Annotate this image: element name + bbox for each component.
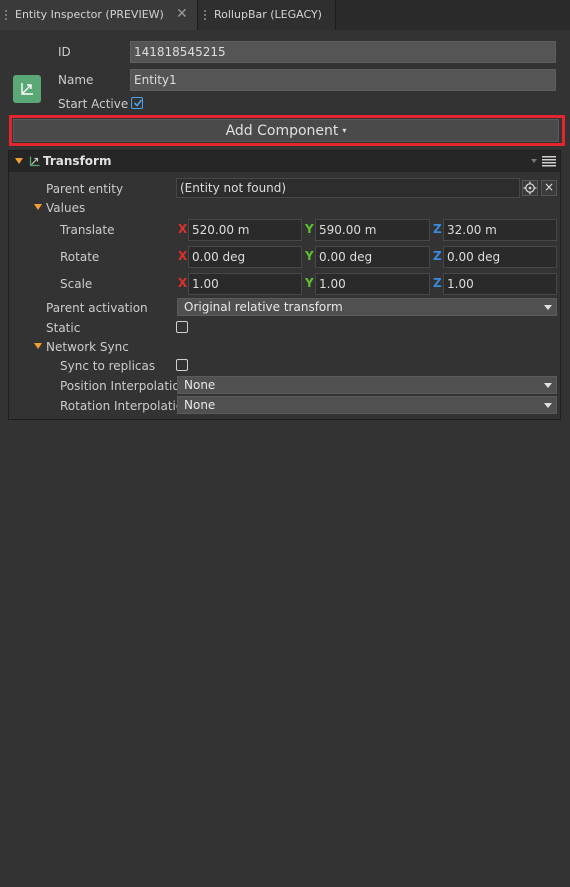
values-collapse-icon[interactable] <box>34 204 42 210</box>
clear-entity-button[interactable]: × <box>541 180 557 196</box>
transform-header[interactable]: Transform <box>9 151 560 172</box>
sync-replicas-checkbox[interactable] <box>176 359 188 371</box>
close-icon[interactable]: ✕ <box>176 6 188 22</box>
target-icon <box>523 181 537 195</box>
transform-icon <box>29 156 40 167</box>
network-sync-collapse-icon[interactable] <box>34 343 42 349</box>
grip-icon[interactable] <box>204 9 206 21</box>
translate-z-input[interactable]: 32.00 m <box>443 219 557 241</box>
translate-label: Translate <box>60 223 115 237</box>
network-sync-label: Network Sync <box>46 340 129 354</box>
axis-x-label: X <box>178 276 188 290</box>
static-checkbox[interactable] <box>176 321 188 333</box>
axis-z-label: Z <box>433 249 442 263</box>
tab-entity-inspector[interactable]: Entity Inspector (PREVIEW) ✕ <box>0 0 198 30</box>
rotation-interpolation-label: Rotation Interpolation <box>60 399 177 413</box>
tab-label: Entity Inspector (PREVIEW) <box>15 8 164 21</box>
add-component-button[interactable]: Add Component ▾ <box>13 119 559 142</box>
entity-icon <box>13 75 41 103</box>
options-caret-icon[interactable] <box>531 159 537 163</box>
rotate-label: Rotate <box>60 250 100 264</box>
tab-bar: Entity Inspector (PREVIEW) ✕ RollupBar (… <box>0 0 570 30</box>
tab-rollupbar[interactable]: RollupBar (LEGACY) <box>199 0 336 30</box>
tab-label: RollupBar (LEGACY) <box>214 8 322 21</box>
rotate-x-input[interactable]: 0.00 deg <box>188 246 302 268</box>
pick-entity-button[interactable] <box>522 180 538 196</box>
parent-activation-label: Parent activation <box>46 301 148 315</box>
scale-label: Scale <box>60 277 93 291</box>
name-field[interactable]: Entity1 <box>130 69 556 91</box>
add-component-label: Add Component <box>225 123 339 139</box>
position-interpolation-dropdown[interactable]: None <box>177 376 557 394</box>
axis-x-label: X <box>178 222 188 236</box>
position-interpolation-label: Position Interpolation <box>60 379 177 393</box>
parent-activation-value: Original relative transform <box>184 300 343 314</box>
name-label: Name <box>58 73 94 87</box>
menu-icon[interactable] <box>542 156 556 167</box>
chevron-down-icon <box>544 403 552 408</box>
transform-title: Transform <box>43 154 112 168</box>
axis-y-label: Y <box>305 222 314 236</box>
parent-entity-label: Parent entity <box>46 182 124 196</box>
transform-icon <box>21 83 33 95</box>
caret-down-icon: ▾ <box>342 126 347 135</box>
id-field[interactable]: 141818545215 <box>130 41 556 63</box>
axis-x-label: X <box>178 249 188 263</box>
static-label: Static <box>46 321 81 335</box>
axis-z-label: Z <box>433 222 442 236</box>
start-active-checkbox[interactable] <box>131 97 143 109</box>
start-active-label: Start Active <box>58 97 129 111</box>
chevron-down-icon <box>544 305 552 310</box>
parent-activation-dropdown[interactable]: Original relative transform <box>177 298 557 316</box>
scale-z-input[interactable]: 1.00 <box>443 273 557 295</box>
sync-replicas-label: Sync to replicas <box>60 359 156 373</box>
axis-y-label: Y <box>305 249 314 263</box>
scale-y-input[interactable]: 1.00 <box>315 273 430 295</box>
axis-y-label: Y <box>305 276 314 290</box>
rotate-z-input[interactable]: 0.00 deg <box>443 246 557 268</box>
id-label: ID <box>58 45 71 59</box>
grip-icon[interactable] <box>5 9 7 21</box>
checkmark-icon <box>133 99 143 107</box>
translate-y-input[interactable]: 590.00 m <box>315 219 430 241</box>
rotation-interpolation-value: None <box>184 398 216 412</box>
collapse-arrow-icon[interactable] <box>15 158 23 164</box>
parent-entity-field[interactable]: (Entity not found) <box>176 178 520 198</box>
axis-z-label: Z <box>433 276 442 290</box>
values-label: Values <box>46 201 86 215</box>
position-interpolation-value: None <box>184 378 216 392</box>
rotation-interpolation-dropdown[interactable]: None <box>177 396 557 414</box>
chevron-down-icon <box>544 383 552 388</box>
scale-x-input[interactable]: 1.00 <box>188 273 302 295</box>
rotate-y-input[interactable]: 0.00 deg <box>315 246 430 268</box>
translate-x-input[interactable]: 520.00 m <box>188 219 302 241</box>
